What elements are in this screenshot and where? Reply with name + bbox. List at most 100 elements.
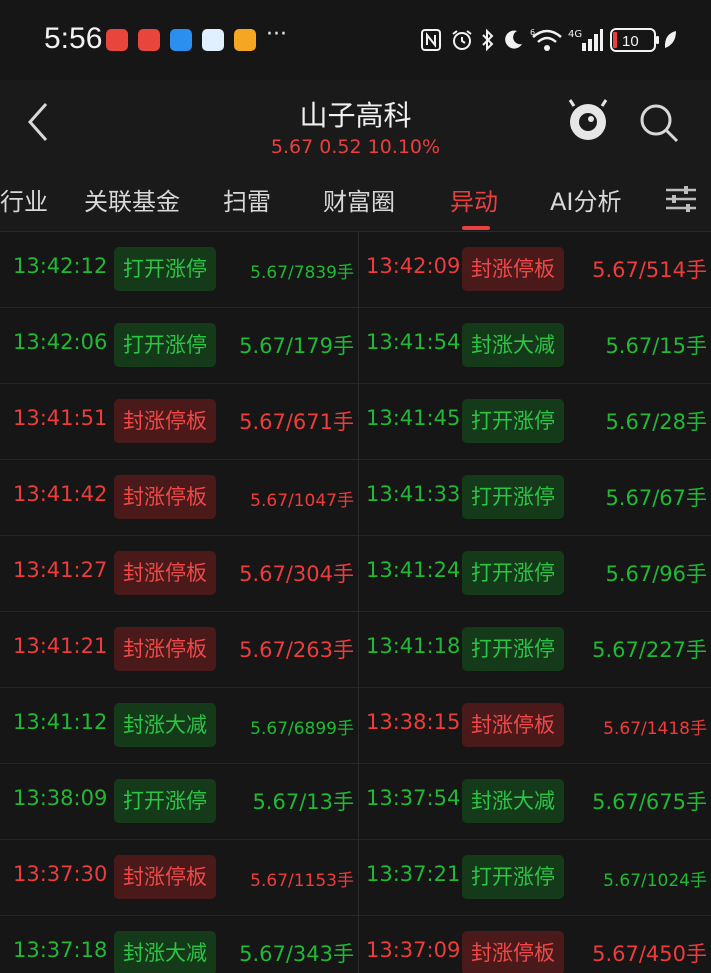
event-type-badge: 封涨停板 (462, 703, 564, 747)
column-divider (358, 232, 359, 973)
table-row: 13:41:12 封涨大减 5.67/6899手 13:38:15 封涨停板 5.67/1… (0, 688, 711, 764)
event-time: 13:42:09 (366, 254, 461, 278)
event-time: 13:42:12 (13, 254, 108, 278)
event-cell[interactable]: 13:41:45 打开涨停 5.67/28手 (359, 384, 711, 460)
event-cell[interactable]: 13:41:54 封涨大减 5.67/15手 (359, 308, 711, 384)
event-price-volume: 5.67/67手 (605, 486, 707, 510)
event-time: 13:41:33 (366, 482, 461, 506)
event-time: 13:37:21 (366, 862, 461, 886)
event-price-volume: 5.67/1047手 (250, 491, 354, 511)
event-cell[interactable]: 13:41:24 打开涨停 5.67/96手 (359, 536, 711, 612)
svg-text:4G: 4G (568, 29, 582, 40)
event-type-badge: 打开涨停 (462, 399, 564, 443)
table-row: 13:37:30 封涨停板 5.67/1153手 13:37:21 打开涨停 5.67/1… (0, 840, 711, 916)
event-cell[interactable]: 13:37:09 封涨停板 5.67/450手 (359, 916, 711, 973)
event-price-volume: 5.67/1153手 (250, 871, 354, 891)
event-price-volume: 5.67/671手 (239, 410, 354, 434)
search-icon[interactable] (636, 100, 682, 146)
event-type-badge: 打开涨停 (114, 323, 216, 367)
assistant-mascot-icon[interactable] (566, 96, 610, 144)
wifi-icon: 6 (530, 26, 564, 54)
tab-industry[interactable]: 行业 (0, 182, 48, 217)
tab-settings-sliders-icon[interactable] (664, 184, 698, 214)
notification-app-icon (106, 29, 128, 51)
event-price-volume: 5.67/13手 (252, 790, 354, 814)
tab-wealth-circle[interactable]: 财富圈 (323, 182, 395, 217)
unusual-moves-list: 13:42:12 打开涨停 5.67/7839手 13:42:09 封涨停板 5.67/5… (0, 232, 711, 973)
event-price-volume: 5.67/343手 (239, 942, 354, 966)
event-type-badge: 封涨停板 (462, 247, 564, 291)
battery-icon: 10 (610, 26, 660, 54)
tab-unusual-moves[interactable]: 异动 (450, 182, 498, 217)
event-cell[interactable]: 13:38:15 封涨停板 5.67/1418手 (359, 688, 711, 764)
do-not-disturb-moon-icon (502, 26, 524, 54)
event-time: 13:37:30 (13, 862, 108, 886)
svg-text:6: 6 (530, 28, 535, 37)
event-time: 13:41:45 (366, 406, 461, 430)
event-type-badge: 封涨停板 (114, 399, 216, 443)
notification-app-icon (170, 29, 192, 51)
event-time: 13:42:06 (13, 330, 108, 354)
event-price-volume: 5.67/227手 (592, 638, 707, 662)
event-type-badge: 打开涨停 (462, 551, 564, 595)
event-time: 13:37:09 (366, 938, 461, 962)
notification-app-icon (138, 29, 160, 51)
event-cell[interactable]: 13:37:30 封涨停板 5.67/1153手 (0, 840, 358, 916)
event-type-badge: 打开涨停 (114, 779, 216, 823)
tab-ai-analysis[interactable]: AI分析 (550, 182, 622, 217)
notification-app-icon (202, 29, 224, 51)
event-type-badge: 打开涨停 (114, 247, 216, 291)
event-type-badge: 封涨大减 (114, 703, 216, 747)
event-cell[interactable]: 13:41:18 打开涨停 5.67/227手 (359, 612, 711, 688)
event-cell[interactable]: 13:42:12 打开涨停 5.67/7839手 (0, 232, 358, 308)
tab-related-funds[interactable]: 关联基金 (84, 182, 180, 217)
event-cell[interactable]: 13:41:27 封涨停板 5.67/304手 (0, 536, 358, 612)
more-notifications-icon: ··· (266, 22, 287, 47)
event-cell[interactable]: 13:37:54 封涨大减 5.67/675手 (359, 764, 711, 840)
stock-header: 山子高科 5.67 0.52 10.10% (0, 80, 711, 166)
event-cell[interactable]: 13:41:33 打开涨停 5.67/67手 (359, 460, 711, 536)
event-cell[interactable]: 13:42:09 封涨停板 5.67/514手 (359, 232, 711, 308)
table-row: 13:42:06 打开涨停 5.67/179手 13:41:54 封涨大减 5.67/15… (0, 308, 711, 384)
event-cell[interactable]: 13:37:21 打开涨停 5.67/1024手 (359, 840, 711, 916)
event-type-badge: 封涨停板 (114, 475, 216, 519)
event-price-volume: 5.67/96手 (605, 562, 707, 586)
status-time: 5:56 (44, 22, 103, 55)
cellular-signal-icon: 4G (568, 26, 604, 54)
event-price-volume: 5.67/514手 (592, 258, 707, 282)
table-row: 13:41:42 封涨停板 5.67/1047手 13:41:33 打开涨停 5.67/6… (0, 460, 711, 536)
event-time: 13:41:42 (13, 482, 108, 506)
table-row: 13:42:12 打开涨停 5.67/7839手 13:42:09 封涨停板 5.67/5… (0, 232, 711, 308)
event-cell[interactable]: 13:41:51 封涨停板 5.67/671手 (0, 384, 358, 460)
event-cell[interactable]: 13:41:21 封涨停板 5.67/263手 (0, 612, 358, 688)
event-type-badge: 封涨停板 (462, 931, 564, 973)
power-saving-leaf-icon (662, 26, 678, 54)
table-row: 13:41:27 封涨停板 5.67/304手 13:41:24 打开涨停 5.67/96… (0, 536, 711, 612)
event-time: 13:38:15 (366, 710, 461, 734)
event-cell[interactable]: 13:41:42 封涨停板 5.67/1047手 (0, 460, 358, 536)
event-cell[interactable]: 13:42:06 打开涨停 5.67/179手 (0, 308, 358, 384)
event-price-volume: 5.67/179手 (239, 334, 354, 358)
svg-text:10: 10 (622, 33, 639, 50)
event-time: 13:41:18 (366, 634, 461, 658)
event-cell[interactable]: 13:37:18 封涨大减 5.67/343手 (0, 916, 358, 973)
event-type-badge: 封涨大减 (462, 779, 564, 823)
event-cell[interactable]: 13:41:12 封涨大减 5.67/6899手 (0, 688, 358, 764)
event-price-volume: 5.67/675手 (592, 790, 707, 814)
event-type-badge: 打开涨停 (462, 855, 564, 899)
notification-app-icon (234, 29, 256, 51)
event-type-badge: 封涨大减 (114, 931, 216, 973)
event-type-badge: 打开涨停 (462, 627, 564, 671)
event-price-volume: 5.67/1024手 (603, 871, 707, 891)
table-row: 13:41:51 封涨停板 5.67/671手 13:41:45 打开涨停 5.67/28… (0, 384, 711, 460)
event-type-badge: 封涨停板 (114, 627, 216, 671)
event-type-badge: 封涨大减 (462, 323, 564, 367)
event-price-volume: 5.67/450手 (592, 942, 707, 966)
status-bar: 5:56 ··· 6 4G 10 (0, 0, 711, 80)
active-tab-indicator (462, 226, 490, 230)
tab-risk-scan[interactable]: 扫雷 (223, 182, 271, 217)
event-price-volume: 5.67/7839手 (250, 263, 354, 283)
event-price-volume: 5.67/15手 (605, 334, 707, 358)
event-cell[interactable]: 13:38:09 打开涨停 5.67/13手 (0, 764, 358, 840)
event-type-badge: 封涨停板 (114, 551, 216, 595)
